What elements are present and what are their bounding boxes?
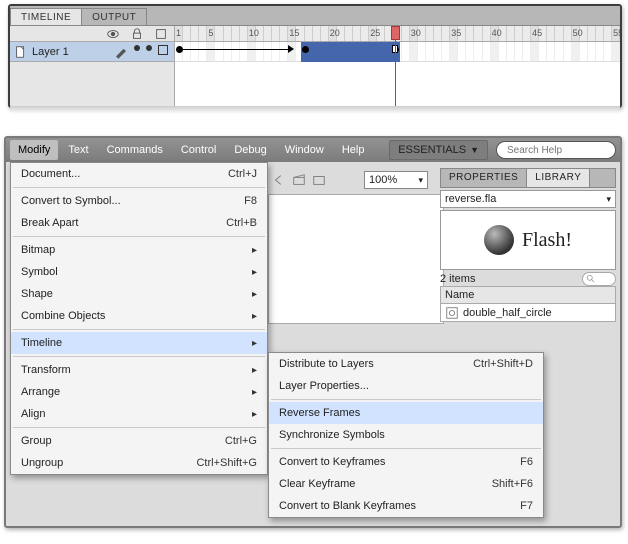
- lock-icon[interactable]: [130, 27, 144, 41]
- menuitem-ungroup[interactable]: UngroupCtrl+Shift+G: [11, 452, 267, 474]
- library-item[interactable]: double_half_circle: [440, 304, 616, 322]
- menuitem-arrange[interactable]: Arrange: [11, 381, 267, 403]
- graphic-symbol-icon: [445, 306, 459, 320]
- menuitem-layer-properties[interactable]: Layer Properties...: [269, 375, 543, 397]
- layer-list: Layer 1: [10, 26, 175, 106]
- tab-library[interactable]: LIBRARY: [527, 169, 590, 187]
- keyframe[interactable]: [302, 46, 309, 53]
- edit-toolbar: 100%: [268, 168, 436, 192]
- menuitem-convert-to-blank-keyframes[interactable]: Convert to Blank KeyframesF7: [269, 495, 543, 517]
- menuitem-convert-to-symbol[interactable]: Convert to Symbol...F8: [11, 190, 267, 212]
- layer-name: Layer 1: [32, 46, 69, 58]
- preview-sphere-icon: [484, 225, 514, 255]
- menuitem-shape[interactable]: Shape: [11, 283, 267, 305]
- pencil-icon[interactable]: [114, 45, 128, 59]
- menu-debug[interactable]: Debug: [226, 140, 274, 160]
- menuitem-reverse-frames[interactable]: Reverse Frames: [269, 402, 543, 424]
- menuitem-align[interactable]: Align: [11, 403, 267, 425]
- help-search[interactable]: [496, 141, 616, 159]
- modify-menu: Document...Ctrl+JConvert to Symbol...F8B…: [10, 162, 268, 475]
- zoom-select[interactable]: 100%: [364, 171, 428, 189]
- frames-area[interactable]: [175, 26, 620, 106]
- stage-canvas[interactable]: [268, 194, 444, 324]
- timeline-panel: TIMELINE OUTPUT Layer 1: [8, 4, 622, 108]
- menuitem-bitmap[interactable]: Bitmap: [11, 239, 267, 261]
- main-window: ModifyTextCommandsControlDebugWindowHelp…: [4, 136, 622, 528]
- workspace-switcher[interactable]: ESSENTIALS▼: [389, 140, 488, 160]
- layer-page-icon: [14, 45, 28, 59]
- help-search-input[interactable]: [507, 145, 628, 156]
- menuitem-document[interactable]: Document...Ctrl+J: [11, 163, 267, 185]
- menuitem-convert-to-keyframes[interactable]: Convert to KeyframesF6: [269, 451, 543, 473]
- menuitem-break-apart[interactable]: Break ApartCtrl+B: [11, 212, 267, 234]
- menuitem-group[interactable]: GroupCtrl+G: [11, 430, 267, 452]
- menuitem-symbol[interactable]: Symbol: [11, 261, 267, 283]
- preview-label: Flash!: [522, 229, 572, 252]
- tab-output[interactable]: OUTPUT: [81, 8, 147, 25]
- menu-control[interactable]: Control: [173, 140, 224, 160]
- layer-lock-dot[interactable]: [146, 45, 152, 51]
- library-preview: Flash!: [440, 210, 616, 270]
- eye-icon[interactable]: [106, 27, 120, 41]
- menuitem-synchronize-symbols[interactable]: Synchronize Symbols: [269, 424, 543, 446]
- menu-modify[interactable]: Modify: [10, 140, 58, 160]
- library-panel: PROPERTIES LIBRARY reverse.fla Flash! 2 …: [440, 168, 616, 322]
- library-search[interactable]: [582, 272, 616, 286]
- menuitem-clear-keyframe[interactable]: Clear KeyframeShift+F6: [269, 473, 543, 495]
- library-column-header[interactable]: Name: [440, 286, 616, 304]
- search-icon: [586, 274, 596, 284]
- menubar: ModifyTextCommandsControlDebugWindowHelp…: [6, 138, 620, 162]
- layer-outline-box[interactable]: [158, 45, 168, 55]
- layer-visible-dot[interactable]: [134, 45, 140, 51]
- menuitem-transform[interactable]: Transform: [11, 359, 267, 381]
- menuitem-distribute-to-layers[interactable]: Distribute to LayersCtrl+Shift+D: [269, 353, 543, 375]
- outline-icon[interactable]: [154, 27, 168, 41]
- menuitem-combine-objects[interactable]: Combine Objects: [11, 305, 267, 327]
- tab-properties[interactable]: PROPERTIES: [441, 169, 527, 187]
- timeline-submenu: Distribute to LayersCtrl+Shift+DLayer Pr…: [268, 352, 544, 518]
- menu-window[interactable]: Window: [277, 140, 332, 160]
- scene-back-icon[interactable]: [272, 173, 286, 187]
- library-item-count: 2 items: [440, 273, 475, 285]
- scene-icon[interactable]: [312, 173, 326, 187]
- layer-row[interactable]: Layer 1: [10, 42, 174, 62]
- menu-help[interactable]: Help: [334, 140, 373, 160]
- clapper-icon[interactable]: [292, 173, 306, 187]
- timeline-tabstrip: TIMELINE OUTPUT: [10, 6, 620, 26]
- tab-timeline[interactable]: TIMELINE: [10, 8, 82, 25]
- library-item-name: double_half_circle: [463, 307, 552, 319]
- frame-selection[interactable]: [301, 42, 400, 62]
- menu-text[interactable]: Text: [60, 140, 96, 160]
- menu-commands[interactable]: Commands: [99, 140, 171, 160]
- keyframe[interactable]: [176, 46, 183, 53]
- library-file-select[interactable]: reverse.fla: [440, 190, 616, 208]
- menuitem-timeline[interactable]: Timeline: [11, 332, 267, 354]
